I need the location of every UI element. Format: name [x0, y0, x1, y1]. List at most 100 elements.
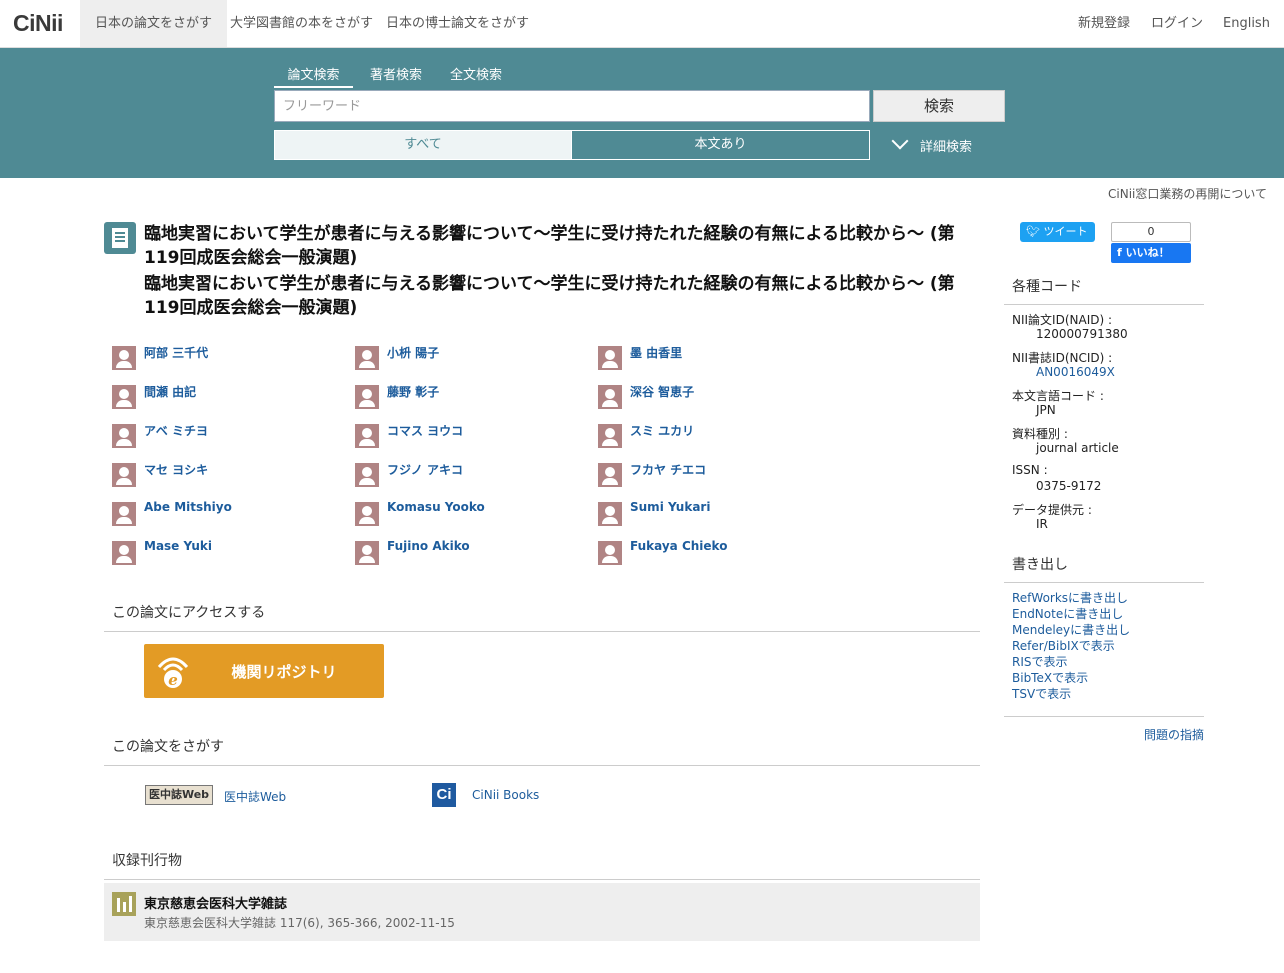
like-label: いいね！ [1125, 246, 1170, 259]
export-ris-link[interactable]: RISで表示 [1012, 653, 1068, 670]
journal-heading: 収録刊行物 [104, 850, 980, 880]
export-heading: 書き出し [1004, 554, 1204, 583]
nav-tab-dissertations[interactable]: 日本の博士論文をさがす [371, 0, 544, 47]
author-name[interactable]: コマス ヨウコ [387, 422, 463, 439]
author-name[interactable]: Sumi Yukari [630, 500, 710, 514]
twitter-icon: 🐦︎ [1026, 225, 1044, 238]
journal-icon [112, 892, 136, 916]
author-name[interactable]: Fukaya Chieko [630, 539, 727, 553]
repository-button[interactable]: e 機関リポジトリ [144, 644, 384, 698]
author-name[interactable]: 墨 由香里 [630, 344, 682, 361]
author-name[interactable]: 間瀬 由記 [144, 383, 196, 400]
nav-tab-articles[interactable]: 日本の論文をさがす [80, 0, 228, 47]
advanced-search-label: 詳細検索 [920, 140, 973, 155]
tab-article-search[interactable]: 論文検索 [274, 64, 353, 88]
tweet-button[interactable]: 🐦︎ ツイート [1020, 222, 1095, 242]
journal-item[interactable]: 東京慈恵会医科大学雑誌 東京慈恵会医科大学雑誌 117(6), 365-366,… [104, 883, 980, 941]
export-refworks-link[interactable]: RefWorksに書き出し [1012, 589, 1128, 606]
access-heading: この論文にアクセスする [104, 602, 980, 632]
export-endnote-link[interactable]: EndNoteに書き出し [1012, 605, 1123, 622]
code-value: JPN [1036, 403, 1056, 417]
article-title: 臨地実習において学生が患者に与える影響について～学生に受け持たれた経験の有無によ… [144, 224, 955, 268]
author-name[interactable]: 藤野 彰子 [387, 383, 439, 400]
nav-tab-books[interactable]: 大学図書館の本をさがす [215, 0, 388, 47]
like-button[interactable]: f いいね！ [1111, 243, 1191, 263]
ichushi-logo[interactable]: 医中誌Web [145, 785, 213, 805]
article-title-alt: 臨地実習において学生が患者に与える影響について～学生に受け持たれた経験の有無によ… [144, 274, 955, 318]
notice-link[interactable]: CiNii窓口業務の再開について [1108, 185, 1267, 202]
author-name[interactable]: Mase Yuki [144, 539, 212, 553]
filter-fulltext[interactable]: 本文あり [571, 130, 870, 160]
code-label: データ提供元 : [1012, 503, 1092, 517]
code-label: 本文言語コード : [1012, 389, 1104, 403]
avatar-icon [112, 346, 136, 370]
author-name[interactable]: 阿部 三千代 [144, 344, 208, 361]
like-count: 0 [1111, 222, 1191, 242]
avatar-icon [598, 541, 622, 565]
export-mendeley-link[interactable]: Mendeleyに書き出し [1012, 621, 1130, 638]
avatar-icon [112, 502, 136, 526]
search-band: 論文検索 著者検索 全文検索 検索 すべて 本文あり 詳細検索 [0, 48, 1284, 178]
avatar-icon [355, 541, 379, 565]
find-heading: この論文をさがす [104, 736, 980, 766]
journal-citation: 東京慈恵会医科大学雑誌 117(6), 365-366, 2002-11-15 [144, 916, 455, 930]
ichushi-link[interactable]: 医中誌Web [224, 788, 286, 805]
author-name[interactable]: マセ ヨシキ [144, 461, 208, 478]
avatar-icon [598, 424, 622, 448]
avatar-icon [598, 346, 622, 370]
like-widget: 0 f いいね！ [1111, 222, 1191, 263]
ncid-link[interactable]: AN0016049X [1036, 365, 1115, 379]
author-name[interactable]: Abe Mitshiyo [144, 500, 232, 514]
facebook-icon: f [1117, 246, 1126, 259]
cinii-books-icon[interactable]: Ci [432, 783, 456, 807]
english-link[interactable]: English [1223, 0, 1270, 47]
code-value: 120000791380 [1036, 327, 1128, 341]
avatar-icon [598, 463, 622, 487]
avatar-icon [598, 385, 622, 409]
report-problem-link[interactable]: 問題の指摘 [1144, 726, 1204, 743]
author-name[interactable]: フカヤ チエコ [630, 461, 706, 478]
avatar-icon [355, 346, 379, 370]
tab-fulltext-search[interactable]: 全文検索 [450, 64, 502, 83]
cinii-books-link[interactable]: CiNii Books [472, 788, 539, 802]
journal-name[interactable]: 東京慈恵会医科大学雑誌 [144, 893, 287, 912]
code-value: IR [1036, 517, 1048, 531]
tweet-label: ツイート [1043, 225, 1088, 238]
avatar-icon [355, 385, 379, 409]
divider [1004, 716, 1204, 717]
author-name[interactable]: スミ ユカリ [630, 422, 694, 439]
author-name[interactable]: Komasu Yooko [387, 500, 485, 514]
avatar-icon [355, 502, 379, 526]
login-link[interactable]: ログイン [1151, 0, 1203, 47]
code-value: journal article [1036, 441, 1119, 455]
author-name[interactable]: フジノ アキコ [387, 461, 463, 478]
avatar-icon [355, 463, 379, 487]
tab-author-search[interactable]: 著者検索 [370, 64, 422, 83]
author-name[interactable]: アベ ミチヨ [144, 422, 208, 439]
code-label: ISSN : [1012, 463, 1048, 477]
search-input[interactable] [274, 90, 870, 122]
register-link[interactable]: 新規登録 [1078, 0, 1130, 47]
advanced-search-toggle[interactable]: 詳細検索 [890, 132, 973, 155]
repository-label: 機関リポジトリ [231, 663, 337, 681]
avatar-icon [598, 502, 622, 526]
code-label: NII書誌ID(NCID) : [1012, 351, 1113, 365]
avatar-icon [112, 463, 136, 487]
export-tsv-link[interactable]: TSVで表示 [1012, 685, 1071, 702]
avatar-icon [112, 541, 136, 565]
code-label: NII論文ID(NAID) : [1012, 313, 1113, 327]
document-icon [104, 222, 136, 254]
search-button[interactable]: 検索 [873, 90, 1005, 122]
export-refer-link[interactable]: Refer/BibIXで表示 [1012, 637, 1115, 654]
author-name[interactable]: Fujino Akiko [387, 539, 470, 553]
author-name[interactable]: 小枡 陽子 [387, 344, 439, 361]
code-label: 資料種別 : [1012, 427, 1068, 441]
avatar-icon [355, 424, 379, 448]
cinii-logo[interactable]: CiNii [13, 10, 63, 37]
codes-heading: 各種コード [1004, 276, 1204, 305]
export-bibtex-link[interactable]: BibTeXで表示 [1012, 669, 1088, 686]
code-value: 0375-9172 [1036, 479, 1102, 493]
filter-all[interactable]: すべて [274, 130, 572, 160]
top-nav: CiNii 日本の論文をさがす 大学図書館の本をさがす 日本の博士論文をさがす … [0, 0, 1284, 48]
author-name[interactable]: 深谷 智恵子 [630, 383, 694, 400]
